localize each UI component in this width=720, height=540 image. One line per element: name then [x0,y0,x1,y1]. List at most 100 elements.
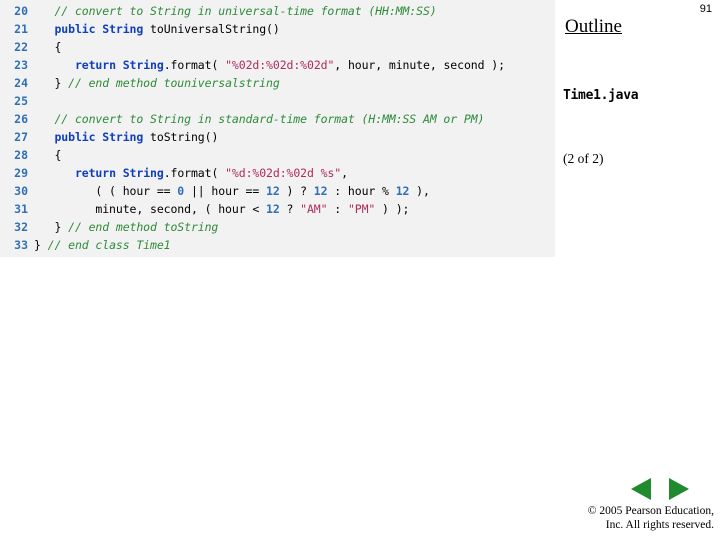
slide-number: 91 [699,3,712,15]
code-token: "PM" [347,202,376,216]
code-token: } [34,238,48,252]
code-token: 12 [395,184,410,198]
line-number: 32 [14,220,28,234]
code-text: return String.format( "%d:%02d:%02d %s", [34,164,348,182]
line-number: 25 [14,94,28,108]
code-token: // end method touniversalstring [68,76,280,90]
code-line: 20 // convert to String in universal-tim… [0,2,555,20]
code-line: 25 [0,92,555,110]
code-line: 24 } // end method touniversalstring [0,74,555,92]
line-number: 26 [14,112,28,126]
code-token: { [34,148,62,162]
code-line: 21 public String toUniversalString() [0,20,555,38]
next-arrow-icon[interactable] [664,476,692,502]
code-token: , [341,166,348,180]
code-token: toUniversalString() [143,22,280,36]
code-token: } [34,220,69,234]
line-number: 20 [14,4,28,18]
code-text: // convert to String in standard-time fo… [34,110,484,128]
line-number: 29 [14,166,28,180]
page-title: Outline [565,16,622,37]
code-token: public [54,22,96,36]
code-text: return String.format( "%02d:%02d:%02d", … [34,56,505,74]
code-token: "%d:%02d:%02d %s" [225,166,342,180]
code-text: { [34,38,61,56]
code-token: // end method toString [68,220,219,234]
code-token: { [34,40,62,54]
code-token: : hour % [327,184,396,198]
code-token: return [74,166,116,180]
code-line: 32 } // end method toString [0,218,555,236]
copyright-footer: © 2005 Pearson Education, Inc. All right… [454,504,714,532]
file-name-label: Time1.java [563,88,639,103]
line-number: 28 [14,148,28,162]
code-token: 12 [313,184,328,198]
code-token: return [74,58,116,72]
code-token: ) ? [279,184,314,198]
copyright-line-1: © 2005 Pearson Education, [587,505,714,517]
code-token: } [34,76,69,90]
line-number: 24 [14,76,28,90]
code-text: minute, second, ( hour < 12 ? "AM" : "PM… [34,200,409,218]
code-token: , hour, minute, second ); [334,58,505,72]
line-number: 22 [14,40,28,54]
line-number: 33 [14,238,28,252]
code-line: 23 return String.format( "%02d:%02d:%02d… [0,56,555,74]
code-line: 31 minute, second, ( hour < 12 ? "AM" : … [0,200,555,218]
line-number: 30 [14,184,28,198]
code-text: } // end method toString [34,218,218,236]
code-token: String [102,22,144,36]
code-token: : [327,202,348,216]
copyright-line-2: Inc. All rights reserved. [605,519,714,531]
code-text: } // end method touniversalstring [34,74,280,92]
page-counter: (2 of 2) [563,151,604,166]
previous-arrow-icon[interactable] [628,476,656,502]
code-token: toString() [143,130,219,144]
code-line: 27 public String toString() [0,128,555,146]
code-token: // convert to String in standard-time fo… [54,112,485,126]
code-token: || hour == [184,184,267,198]
code-line: 30 ( ( hour == 0 || hour == 12 ) ? 12 : … [0,182,555,200]
code-token: public [54,130,96,144]
code-line: 26 // convert to String in standard-time… [0,110,555,128]
code-token: ( ( hour == [34,184,178,198]
code-token: // convert to String in universal-time f… [54,4,437,18]
code-line: 22 { [0,38,555,56]
code-text: // convert to String in universal-time f… [34,2,437,20]
code-token: .format( [163,166,226,180]
code-token: ), [409,184,430,198]
code-token: String [122,166,164,180]
code-text: ( ( hour == 0 || hour == 12 ) ? 12 : hou… [34,182,430,200]
line-number: 21 [14,22,28,36]
code-token: // end class Time1 [47,238,171,252]
code-listing-panel: 20 // convert to String in universal-tim… [0,0,555,257]
code-token: 12 [266,184,280,198]
code-token: "%02d:%02d:%02d" [225,58,335,72]
code-token: ? [279,202,301,216]
code-text: } // end class Time1 [34,236,171,254]
code-token: ) ); [375,202,410,216]
code-line: 28 { [0,146,555,164]
code-text: { [34,146,61,164]
code-token: String [122,58,164,72]
code-text: public String toUniversalString() [34,20,280,38]
code-token: String [102,130,144,144]
code-line: 29 return String.format( "%d:%02d:%02d %… [0,164,555,182]
code-token: "AM" [300,202,328,216]
code-token: .format( [163,58,226,72]
navigation-controls [628,476,692,502]
code-token: minute, second, ( hour < [34,202,267,216]
line-number: 27 [14,130,28,144]
line-number: 31 [14,202,28,216]
code-token: 12 [266,202,280,216]
line-number: 23 [14,58,28,72]
code-line: 33} // end class Time1 [0,236,555,254]
